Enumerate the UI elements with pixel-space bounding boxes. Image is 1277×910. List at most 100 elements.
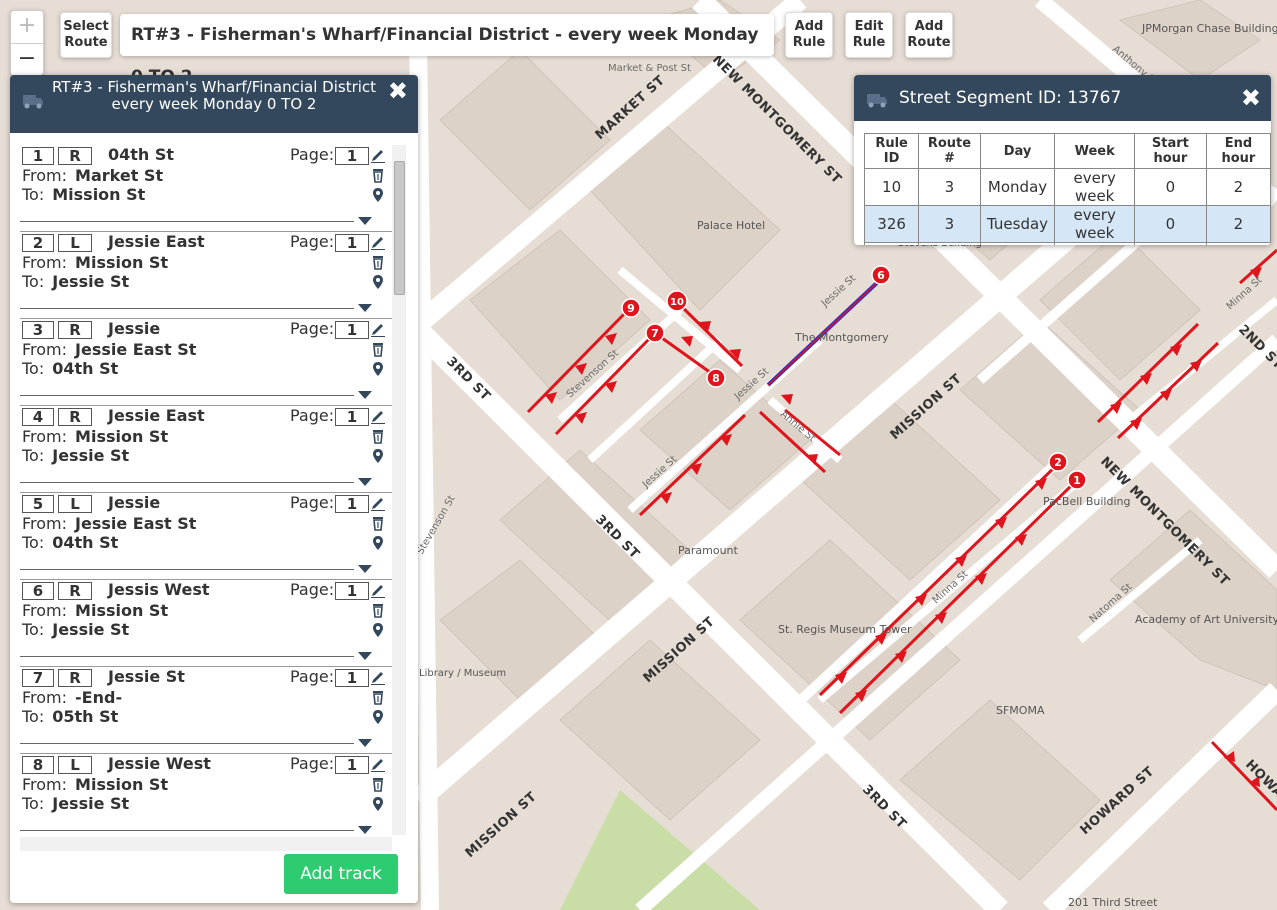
page-input[interactable]: 1 xyxy=(335,582,369,600)
table-row[interactable]: 326 3 Tuesday every week 0 2 xyxy=(863,205,1271,243)
track-number[interactable]: 3 xyxy=(22,321,54,339)
divider xyxy=(20,308,354,309)
table-row[interactable]: 10 3 Monday every week 0 2 xyxy=(863,168,1271,206)
rules-table: Rule ID Route # Day Week Start hour End hour … xyxy=(863,133,1271,245)
to-row: To: Jessie St xyxy=(22,794,129,813)
edit-icon[interactable] xyxy=(370,408,386,424)
track-direction[interactable]: L xyxy=(58,234,92,252)
chevron-down-icon[interactable] xyxy=(358,391,372,399)
trash-icon[interactable] xyxy=(370,428,386,444)
from-row: From: Market St xyxy=(22,166,163,185)
to-row: To: Jessie St xyxy=(22,272,129,291)
chevron-down-icon[interactable] xyxy=(358,217,372,225)
zoom-out-button[interactable]: − xyxy=(11,44,43,76)
from-value: -End- xyxy=(75,688,123,707)
edit-icon[interactable] xyxy=(370,495,386,511)
trash-icon[interactable] xyxy=(370,515,386,531)
edit-icon[interactable] xyxy=(370,147,386,163)
add-route-button[interactable]: Add Route xyxy=(905,12,953,58)
table-row[interactable]: 3613Thursdayevery week02 xyxy=(863,242,1271,245)
map-marker-icon[interactable] xyxy=(370,274,386,290)
track-header: 8L xyxy=(22,756,92,776)
from-value: Mission St xyxy=(75,601,169,620)
select-route-button[interactable]: Select Route xyxy=(60,12,112,58)
edit-rule-label: Edit Rule xyxy=(852,19,886,50)
track-number[interactable]: 1 xyxy=(22,147,54,165)
place-label: The Montgomery xyxy=(794,331,889,344)
vertical-scrollbar[interactable] xyxy=(392,145,406,835)
chevron-down-icon[interactable] xyxy=(358,478,372,486)
track-direction[interactable]: R xyxy=(58,582,92,600)
edit-icon[interactable] xyxy=(370,669,386,685)
track-item[interactable]: 4R Jessie East Page: 1 From: Mission St T… xyxy=(20,406,392,493)
track-item[interactable]: 5L Jessie Page: 1 From: Jessie East St To… xyxy=(20,493,392,580)
trash-icon[interactable] xyxy=(370,254,386,270)
trash-icon[interactable] xyxy=(370,167,386,183)
divider xyxy=(20,743,354,744)
trash-icon[interactable] xyxy=(370,776,386,792)
map-marker-icon[interactable] xyxy=(370,448,386,464)
page-input[interactable]: 1 xyxy=(335,669,369,687)
scrollbar-thumb[interactable] xyxy=(394,161,405,295)
add-rule-button[interactable]: Add Rule xyxy=(785,12,833,58)
track-number[interactable]: 7 xyxy=(22,669,54,687)
page-input[interactable]: 1 xyxy=(335,756,369,774)
close-icon[interactable]: ✖ xyxy=(1241,84,1261,112)
track-item[interactable]: 7R Jessie St Page: 1 From: -End- To: 05th … xyxy=(20,667,392,754)
edit-icon[interactable] xyxy=(370,582,386,598)
close-icon[interactable]: ✖ xyxy=(388,77,408,105)
chevron-down-icon[interactable] xyxy=(358,826,372,834)
map-marker-icon[interactable] xyxy=(370,535,386,551)
svg-text:2: 2 xyxy=(1054,456,1062,469)
select-route-label: Select Route xyxy=(63,19,109,50)
map-marker-icon[interactable] xyxy=(370,709,386,725)
track-direction[interactable]: L xyxy=(58,495,92,513)
to-label: To: xyxy=(22,707,45,726)
divider xyxy=(20,221,354,222)
track-number[interactable]: 8 xyxy=(22,756,54,774)
map-marker-icon[interactable] xyxy=(370,622,386,638)
track-number[interactable]: 6 xyxy=(22,582,54,600)
track-number[interactable]: 5 xyxy=(22,495,54,513)
map-marker-icon[interactable] xyxy=(370,796,386,812)
track-item[interactable]: 3R Jessie Page: 1 From: Jessie East St To… xyxy=(20,319,392,406)
page-input[interactable]: 1 xyxy=(335,147,369,165)
track-direction[interactable]: R xyxy=(58,408,92,426)
track-street: 04th St xyxy=(108,145,175,164)
chevron-down-icon[interactable] xyxy=(358,304,372,312)
track-direction[interactable]: R xyxy=(58,321,92,339)
page-input[interactable]: 1 xyxy=(335,234,369,252)
edit-rule-button[interactable]: Edit Rule xyxy=(845,12,893,58)
page-input[interactable]: 1 xyxy=(335,408,369,426)
chevron-down-icon[interactable] xyxy=(358,739,372,747)
track-item[interactable]: 2L Jessie East Page: 1 From: Mission St T… xyxy=(20,232,392,319)
svg-text:8: 8 xyxy=(712,372,720,385)
page-input[interactable]: 1 xyxy=(335,495,369,513)
edit-icon[interactable] xyxy=(370,234,386,250)
route-title-bar: RT#3 - Fisherman's Wharf/Financial Distr… xyxy=(120,14,774,87)
track-item[interactable]: 1R 04th St Page: 1 From: Market St To: Mis… xyxy=(20,145,392,232)
trash-icon[interactable] xyxy=(370,602,386,618)
trash-icon[interactable] xyxy=(370,341,386,357)
truck-icon xyxy=(867,94,887,108)
track-direction[interactable]: R xyxy=(58,669,92,687)
horizontal-scrollbar[interactable] xyxy=(20,837,392,851)
track-direction[interactable]: R xyxy=(58,147,92,165)
track-number[interactable]: 2 xyxy=(22,234,54,252)
table-cell: 0 xyxy=(1133,242,1207,245)
page-input[interactable]: 1 xyxy=(335,321,369,339)
zoom-in-button[interactable]: + xyxy=(11,11,43,44)
map-marker-icon[interactable] xyxy=(370,187,386,203)
edit-icon[interactable] xyxy=(370,321,386,337)
edit-icon[interactable] xyxy=(370,756,386,772)
track-item[interactable]: 6R Jessis West Page: 1 From: Mission St T… xyxy=(20,580,392,667)
chevron-down-icon[interactable] xyxy=(358,652,372,660)
track-item[interactable]: 8L Jessie West Page: 1 From: Mission St T… xyxy=(20,754,392,841)
chevron-down-icon[interactable] xyxy=(358,565,372,573)
table-header-cell: Week xyxy=(1054,133,1135,169)
track-direction[interactable]: L xyxy=(58,756,92,774)
trash-icon[interactable] xyxy=(370,689,386,705)
map-marker-icon[interactable] xyxy=(370,361,386,377)
add-track-button[interactable]: Add track xyxy=(284,854,398,894)
track-number[interactable]: 4 xyxy=(22,408,54,426)
